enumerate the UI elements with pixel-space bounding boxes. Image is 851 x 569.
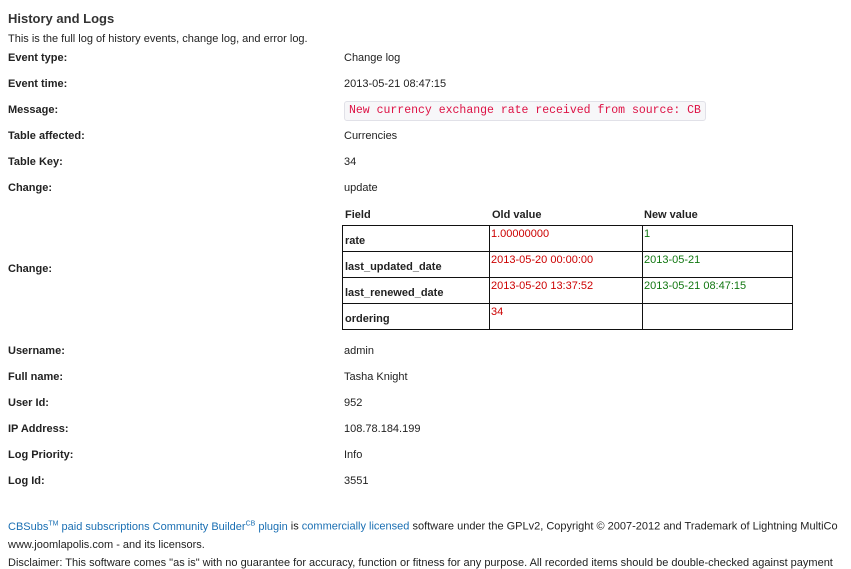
footer-website-line: www.joomlapolis.com - and its licensors.	[8, 539, 205, 551]
change-field-cell: ordering	[342, 303, 490, 330]
full-name-row: Full name: Tasha Knight	[0, 371, 851, 391]
change-new-value-cell: 1	[642, 225, 793, 252]
commercially-licensed-link[interactable]: commercially licensed	[302, 521, 410, 533]
change-field-cell: last_renewed_date	[342, 277, 490, 304]
user-id-value: 952	[344, 397, 363, 409]
event-time-value: 2013-05-21 08:47:15	[344, 78, 447, 90]
change-type-value: update	[344, 182, 378, 194]
changes-header-field: Field	[345, 209, 371, 221]
full-name-label: Full name:	[8, 371, 64, 383]
change-old-value-cell: 2013-05-20 13:37:52	[489, 277, 643, 304]
message-value: New currency exchange rate received from…	[344, 101, 706, 121]
cbsubs-link[interactable]: CBSubsTM	[8, 520, 59, 533]
cb-sup: CB	[245, 520, 256, 527]
full-name-value: Tasha Knight	[344, 371, 408, 383]
license-text: software under the GPLv2, Copyright © 20…	[412, 520, 838, 533]
username-value: admin	[344, 345, 374, 357]
username-label: Username:	[8, 345, 65, 357]
log-id-value: 3551	[344, 475, 369, 487]
message-label: Message:	[8, 104, 59, 116]
changes-table: rate 1.00000000 1 last_updated_date 2013…	[342, 225, 793, 330]
change-type-label: Change:	[8, 182, 52, 194]
paid-subscriptions-link[interactable]: paid subscriptions Community BuilderCB p…	[61, 520, 288, 533]
table-affected-label: Table affected:	[8, 130, 85, 142]
user-id-row: User Id: 952	[0, 397, 851, 417]
event-type-value: Change log	[344, 52, 401, 64]
event-type-label: Event type:	[8, 52, 68, 64]
change-field-cell: last_updated_date	[342, 251, 490, 278]
table-row: ordering 34	[342, 303, 793, 330]
changes-header-new: New value	[644, 209, 698, 221]
change-detail-label: Change:	[8, 263, 52, 275]
footer-license-line: CBSubsTM paid subscriptions Community Bu…	[8, 520, 838, 533]
event-type-row: Event type: Change log	[0, 52, 851, 72]
log-priority-label: Log Priority:	[8, 449, 74, 461]
change-type-row: Change: update	[0, 182, 851, 202]
user-id-label: User Id:	[8, 397, 49, 409]
log-id-row: Log Id: 3551	[0, 475, 851, 495]
table-row: last_renewed_date 2013-05-20 13:37:52 20…	[342, 277, 793, 304]
event-time-row: Event time: 2013-05-21 08:47:15	[0, 78, 851, 98]
change-old-value-cell: 2013-05-20 00:00:00	[489, 251, 643, 278]
page-subtitle: This is the full log of history events, …	[8, 33, 308, 45]
table-key-label: Table Key:	[8, 156, 63, 168]
paid-subscriptions-text: paid subscriptions Community Builder	[61, 520, 246, 533]
username-row: Username: admin	[0, 345, 851, 365]
ip-address-value: 108.78.184.199	[344, 423, 421, 435]
ip-address-row: IP Address: 108.78.184.199	[0, 423, 851, 443]
ip-address-label: IP Address:	[8, 423, 69, 435]
table-affected-row: Table affected: Currencies	[0, 130, 851, 150]
log-priority-value: Info	[344, 449, 363, 461]
cbsubs-text: CBSubs	[8, 520, 49, 533]
change-new-value-cell: 2013-05-21 08:47:15	[642, 277, 793, 304]
change-field-cell: rate	[342, 225, 490, 252]
page-title: History and Logs	[8, 11, 115, 26]
change-new-value-cell	[642, 303, 793, 330]
log-priority-row: Log Priority: Info	[0, 449, 851, 469]
is-text: is	[290, 520, 299, 533]
change-old-value-cell: 34	[489, 303, 643, 330]
changes-header-old: Old value	[492, 209, 542, 221]
table-key-value: 34	[344, 156, 357, 168]
trademark-sup: TM	[48, 520, 59, 527]
table-affected-value: Currencies	[344, 130, 398, 142]
log-id-label: Log Id:	[8, 475, 45, 487]
plugin-text: plugin	[258, 520, 288, 533]
table-key-row: Table Key: 34	[0, 156, 851, 176]
event-time-label: Event time:	[8, 78, 68, 90]
table-row: rate 1.00000000 1	[342, 225, 793, 252]
change-old-value-cell: 1.00000000	[489, 225, 643, 252]
change-new-value-cell: 2013-05-21	[642, 251, 793, 278]
footer-disclaimer-line: Disclaimer: This software comes "as is" …	[8, 557, 833, 569]
table-row: last_updated_date 2013-05-20 00:00:00 20…	[342, 251, 793, 278]
